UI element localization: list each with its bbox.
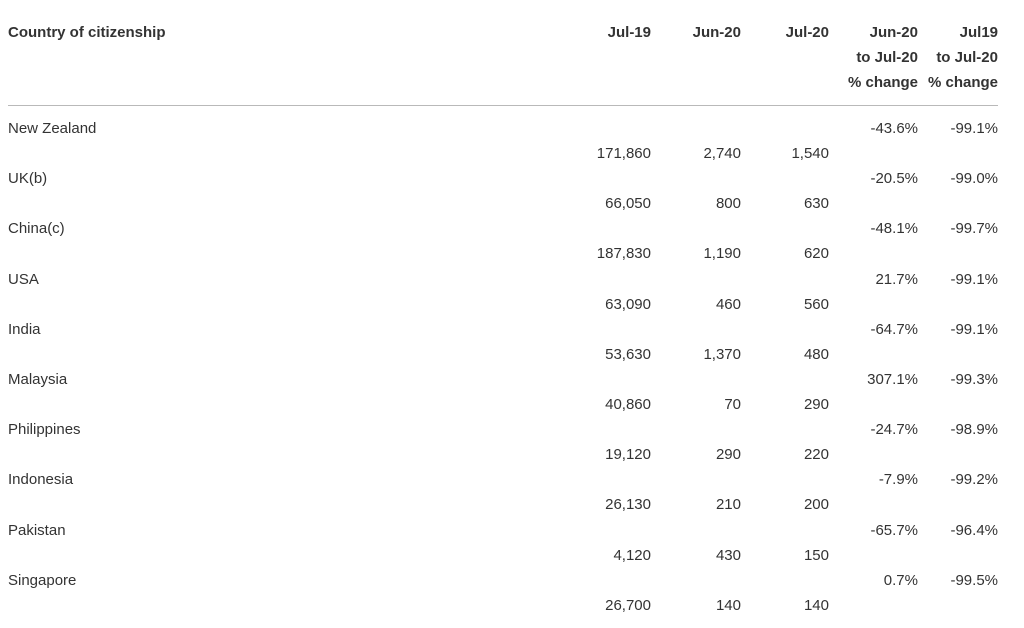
table-row: Malaysia 307.1% -99.3% 40,860 70 290 [0,370,1024,420]
jul19-to-jul20-change-cell: -99.1% [950,320,998,338]
jul19-to-jul20-change-cell: -98.9% [950,421,998,439]
country-cell: China(c) [8,220,65,238]
jul19-cell: 63,090 [605,295,651,313]
jul19-to-jul20-change-cell: -99.7% [950,220,998,238]
jun20-cell: 1,190 [703,245,741,263]
country-cell: India [8,320,41,338]
jul19-cell: 4,120 [613,546,651,564]
jun20-to-jul20-change-cell: -20.5% [870,170,918,188]
jul19-cell: 171,860 [596,145,651,162]
jul20-cell: 1,540 [791,145,829,162]
jul19-to-jul20-change-cell: -99.3% [950,371,998,388]
header-line: to Jul-20 [936,49,998,66]
jul20-cell: 290 [803,396,829,413]
jun20-cell: 140 [715,596,741,614]
country-cell: UK(b) [8,170,48,188]
header-jun20: Jun-20 [692,24,741,41]
jun20-to-jul20-change-cell: -48.1% [870,220,918,238]
header-line: Jun-20 [869,24,918,41]
jul19-cell: 40,860 [605,396,651,413]
jul19-to-jul20-change-cell: -99.1% [950,120,998,137]
jun20-to-jul20-change-cell: -24.7% [870,421,918,439]
jul19-to-jul20-change-cell: -99.5% [950,571,998,589]
header-country: Country of citizenship [8,24,166,41]
jun20-cell: 1,370 [703,345,741,363]
jul19-to-jul20-change-cell: -99.1% [950,270,998,288]
jun20-to-jul20-change-cell: -65.7% [870,521,918,539]
citizenship-table: Country of citizenship Jul-19 Jun-20 Jul… [0,0,1024,628]
jun20-cell: 2,740 [703,145,741,162]
table-row: New Zealand -43.6% -99.1% 171,860 2,740 1,540 [0,119,1024,169]
jul19-cell: 26,700 [605,596,651,614]
jun20-to-jul20-change-cell: -64.7% [870,320,918,338]
jul20-cell: 620 [803,245,829,263]
table-row: Pakistan -65.7% -96.4% 4,120 430 150 [0,521,1024,571]
jun20-cell: 430 [715,546,741,564]
jul20-cell: 220 [803,446,829,464]
jul20-cell: 560 [803,295,829,313]
country-cell: Singapore [8,571,77,589]
header-jul19-to-jul20-change: Jul19 to Jul-20 % change [918,20,998,95]
table-row: Philippines -24.7% -98.9% 19,120 290 220 [0,420,1024,470]
table-row: UK(b) -20.5% -99.0% 66,050 800 630 [0,169,1024,219]
table-row: USA 21.7% -99.1% 63,090 460 560 [0,270,1024,320]
country-cell: Malaysia [8,371,68,388]
jun20-cell: 800 [715,195,741,213]
jun20-cell: 210 [715,496,741,514]
jul20-cell: 480 [803,345,829,363]
jun20-to-jul20-change-cell: 307.1% [867,371,918,388]
jul20-cell: 630 [803,195,829,213]
jul20-cell: 140 [803,596,829,614]
table-row: Indonesia -7.9% -99.2% 26,130 210 200 [0,470,1024,520]
jul19-cell: 19,120 [605,446,651,464]
jun20-to-jul20-change-cell: -43.6% [870,120,918,137]
country-cell: Pakistan [8,521,66,539]
jun20-cell: 70 [724,396,741,413]
header-jul20: Jul-20 [785,24,829,41]
jul19-cell: 187,830 [596,245,651,263]
jun20-cell: 290 [715,446,741,464]
jul20-cell: 200 [803,496,829,514]
jul19-cell: 53,630 [605,345,651,363]
jun20-to-jul20-change-cell: -7.9% [878,471,918,489]
jul19-to-jul20-change-cell: -96.4% [950,521,998,539]
country-cell: USA [8,270,39,288]
header-jun20-to-jul20-change: Jun-20 to Jul-20 % change [830,20,918,95]
table-row: India -64.7% -99.1% 53,630 1,370 480 [0,320,1024,370]
jun20-to-jul20-change-cell: 0.7% [883,571,918,589]
header-line: % change [927,74,998,91]
country-cell: Philippines [8,421,81,439]
header-line: % change [847,74,918,91]
header-line: Jul19 [959,24,998,41]
jul19-cell: 26,130 [605,496,651,514]
jul19-to-jul20-change-cell: -99.2% [950,471,998,489]
jul20-cell: 150 [803,546,829,564]
jun20-cell: 460 [715,295,741,313]
jun20-to-jul20-change-cell: 21.7% [875,270,918,288]
jul19-cell: 66,050 [605,195,651,213]
jul19-to-jul20-change-cell: -99.0% [950,170,998,188]
header-jul19: Jul-19 [607,24,651,41]
header-line: to Jul-20 [856,49,918,66]
country-cell: New Zealand [8,120,97,137]
table-row: Singapore 0.7% -99.5% 26,700 140 140 [0,571,1024,621]
table-row: China(c) -48.1% -99.7% 187,830 1,190 620 [0,219,1024,269]
country-cell: Indonesia [8,471,74,489]
header-divider [8,105,998,106]
